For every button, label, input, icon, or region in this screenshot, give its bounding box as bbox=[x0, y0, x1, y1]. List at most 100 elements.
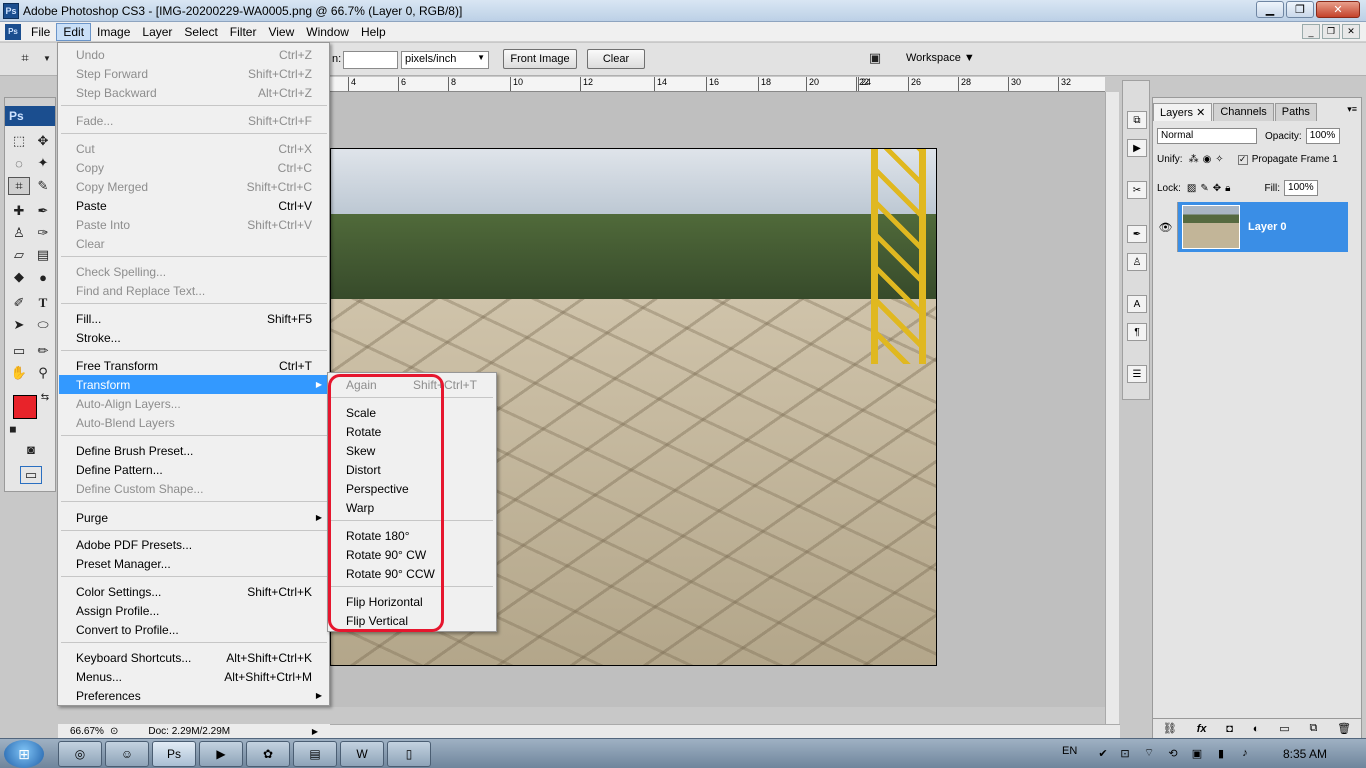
menu-item-fill[interactable]: Fill... Shift+F5 bbox=[59, 309, 328, 328]
status-menu-arrow-icon[interactable]: ▶ bbox=[312, 727, 318, 736]
taskbar-chrome-icon[interactable]: ◎ bbox=[58, 741, 102, 767]
histogram-panel-icon[interactable]: ▶ bbox=[1127, 139, 1147, 157]
screen-mode-icon[interactable]: ▭ bbox=[20, 466, 42, 484]
menu-image[interactable]: Image bbox=[91, 23, 136, 41]
menu-item-step-backward[interactable]: Step Backward Alt+Ctrl+Z bbox=[59, 83, 328, 102]
taskbar-word-icon[interactable]: W bbox=[340, 741, 384, 767]
close-icon[interactable]: ✕ bbox=[1196, 107, 1205, 119]
opacity-input[interactable]: 100% bbox=[1305, 128, 1340, 144]
resolution-units-select[interactable]: pixels/inch ▼ bbox=[401, 51, 489, 69]
quick-mask-icon[interactable]: ◙ bbox=[20, 440, 42, 458]
menu-item-rotate-90-ccw[interactable]: Rotate 90° CCW bbox=[329, 564, 495, 583]
menu-item-preferences[interactable]: Preferences ▶ bbox=[59, 686, 328, 705]
front-image-button[interactable]: Front Image bbox=[503, 49, 577, 69]
menu-item-flip-horizontal[interactable]: Flip Horizontal bbox=[329, 592, 495, 611]
menu-item-convert-to-profile[interactable]: Convert to Profile... bbox=[59, 620, 328, 639]
menu-item-skew[interactable]: Skew bbox=[329, 441, 495, 460]
path-selection-tool-icon[interactable]: ➤ bbox=[8, 316, 30, 334]
magic-wand-tool-icon[interactable]: ✦ bbox=[32, 154, 54, 172]
zoom-level[interactable]: 66.67% bbox=[58, 726, 110, 737]
menu-item-define-custom-shape[interactable]: Define Custom Shape... bbox=[59, 479, 328, 498]
menu-item-auto-align-layers[interactable]: Auto-Align Layers... bbox=[59, 394, 328, 413]
toolbox-grip[interactable] bbox=[5, 98, 55, 106]
menu-item-purge[interactable]: Purge ▶ bbox=[59, 508, 328, 527]
link-layers-icon[interactable]: ⛓ bbox=[1163, 722, 1177, 735]
clone-source-panel-icon[interactable]: ♙ bbox=[1127, 253, 1147, 271]
panel-menu-icon[interactable]: ▾≡ bbox=[1347, 104, 1357, 115]
default-colors-icon[interactable]: ◼ bbox=[7, 420, 19, 438]
blur-tool-icon[interactable]: ◆ bbox=[8, 268, 30, 286]
volume-tray-icon[interactable]: ♪ bbox=[1238, 746, 1252, 760]
menu-item-warp[interactable]: Warp bbox=[329, 498, 495, 517]
eyedropper-tool-icon[interactable]: ✏ bbox=[32, 342, 54, 360]
workspace-menu[interactable]: Workspace ▼ bbox=[906, 52, 975, 64]
propagate-checkbox[interactable]: ✓ bbox=[1237, 154, 1248, 165]
menu-item-define-brush-preset[interactable]: Define Brush Preset... bbox=[59, 441, 328, 460]
taskbar-app-icon[interactable]: ▯ bbox=[387, 741, 431, 767]
tools-panel-icon[interactable]: ✂ bbox=[1127, 181, 1147, 199]
doc-close-button[interactable]: ✕ bbox=[1342, 24, 1360, 39]
network-tray-icon[interactable]: ⊡ bbox=[1118, 746, 1132, 760]
menu-window[interactable]: Window bbox=[300, 23, 355, 41]
layer-row-layer-0[interactable]: 👁︎ Layer 0 bbox=[1154, 202, 1348, 252]
monitor-tray-icon[interactable]: ▣ bbox=[1190, 746, 1204, 760]
horizontal-scrollbar[interactable] bbox=[330, 724, 1120, 738]
lock-icon[interactable]: 🔒︎ bbox=[1225, 183, 1230, 194]
layer-thumbnail[interactable] bbox=[1182, 205, 1240, 249]
menu-item-copy-merged[interactable]: Copy Merged Shift+Ctrl+C bbox=[59, 177, 328, 196]
vertical-scrollbar[interactable] bbox=[1105, 92, 1119, 724]
blend-mode-select[interactable]: Normal bbox=[1157, 128, 1257, 144]
tab-layers[interactable]: Layers ✕ bbox=[1153, 103, 1213, 121]
lock-pixels-icon[interactable]: ✎ bbox=[1200, 183, 1208, 194]
menu-item-adobe-pdf-presets[interactable]: Adobe PDF Presets... bbox=[59, 535, 328, 554]
clone-stamp-tool-icon[interactable]: ♙ bbox=[8, 224, 30, 242]
trash-icon[interactable]: 🗑︎ bbox=[1337, 722, 1351, 735]
close-button[interactable]: ✕ bbox=[1316, 1, 1360, 18]
notes-tool-icon[interactable]: ▭ bbox=[8, 342, 30, 360]
menu-item-keyboard-shortcuts[interactable]: Keyboard Shortcuts... Alt+Shift+Ctrl+K bbox=[59, 648, 328, 667]
menu-item-rotate[interactable]: Rotate bbox=[329, 422, 495, 441]
hand-tool-icon[interactable]: ✋ bbox=[8, 364, 30, 382]
menu-item-assign-profile[interactable]: Assign Profile... bbox=[59, 601, 328, 620]
menu-item-color-settings[interactable]: Color Settings... Shift+Ctrl+K bbox=[59, 582, 328, 601]
menu-item-copy[interactable]: Copy Ctrl+C bbox=[59, 158, 328, 177]
menu-item-again[interactable]: Again Shift+Ctrl+T bbox=[329, 375, 495, 394]
menu-item-rotate-90-cw[interactable]: Rotate 90° CW bbox=[329, 545, 495, 564]
menu-item-check-spelling[interactable]: Check Spelling... bbox=[59, 262, 328, 281]
menu-item-fade[interactable]: Fade... Shift+Ctrl+F bbox=[59, 111, 328, 130]
doc-minimize-button[interactable]: _ bbox=[1302, 24, 1320, 39]
menu-filter[interactable]: Filter bbox=[224, 23, 263, 41]
minimize-button[interactable]: ▁ bbox=[1256, 1, 1284, 18]
menu-item-flip-vertical[interactable]: Flip Vertical bbox=[329, 611, 495, 630]
menu-item-clear[interactable]: Clear bbox=[59, 234, 328, 253]
unify-position-icon[interactable]: ⁂ bbox=[1189, 154, 1199, 165]
layer-name[interactable]: Layer 0 bbox=[1248, 221, 1287, 233]
document-icon[interactable]: Ps bbox=[5, 23, 21, 40]
menu-select[interactable]: Select bbox=[178, 23, 223, 41]
fx-icon[interactable]: fx bbox=[1197, 723, 1207, 735]
menu-item-stroke[interactable]: Stroke... bbox=[59, 328, 328, 347]
dodge-tool-icon[interactable]: ● bbox=[32, 268, 54, 286]
menu-edit[interactable]: Edit bbox=[56, 22, 92, 41]
menu-item-paste[interactable]: Paste Ctrl+V bbox=[59, 196, 328, 215]
battery-tray-icon[interactable]: ▮ bbox=[1214, 746, 1228, 760]
clock[interactable]: 8:35 AM bbox=[1283, 747, 1327, 761]
maximize-button[interactable]: ❐ bbox=[1286, 1, 1314, 18]
menu-item-find-replace[interactable]: Find and Replace Text... bbox=[59, 281, 328, 300]
crop-tool-preset-icon[interactable]: ⌗ bbox=[14, 49, 36, 67]
taskbar-explorer-icon[interactable]: ▤ bbox=[293, 741, 337, 767]
menu-item-paste-into[interactable]: Paste Into Shift+Ctrl+V bbox=[59, 215, 328, 234]
marquee-tool-icon[interactable]: ⬚ bbox=[8, 132, 30, 150]
menu-item-distort[interactable]: Distort bbox=[329, 460, 495, 479]
taskbar-paint-icon[interactable]: ☺ bbox=[105, 741, 149, 767]
menu-layer[interactable]: Layer bbox=[136, 23, 178, 41]
character-panel-icon[interactable]: A bbox=[1127, 295, 1147, 313]
bridge-icon[interactable]: ▣ bbox=[864, 49, 886, 67]
brush-tool-icon[interactable]: ✒ bbox=[32, 202, 54, 220]
unify-style-icon[interactable]: ✧ bbox=[1215, 154, 1223, 165]
tab-channels[interactable]: Channels bbox=[1213, 103, 1274, 121]
taskbar-utility-icon[interactable]: ✿ bbox=[246, 741, 290, 767]
eraser-tool-icon[interactable]: ▱ bbox=[8, 246, 30, 264]
history-brush-tool-icon[interactable]: ✑ bbox=[32, 224, 54, 242]
menu-item-step-forward[interactable]: Step Forward Shift+Ctrl+Z bbox=[59, 64, 328, 83]
